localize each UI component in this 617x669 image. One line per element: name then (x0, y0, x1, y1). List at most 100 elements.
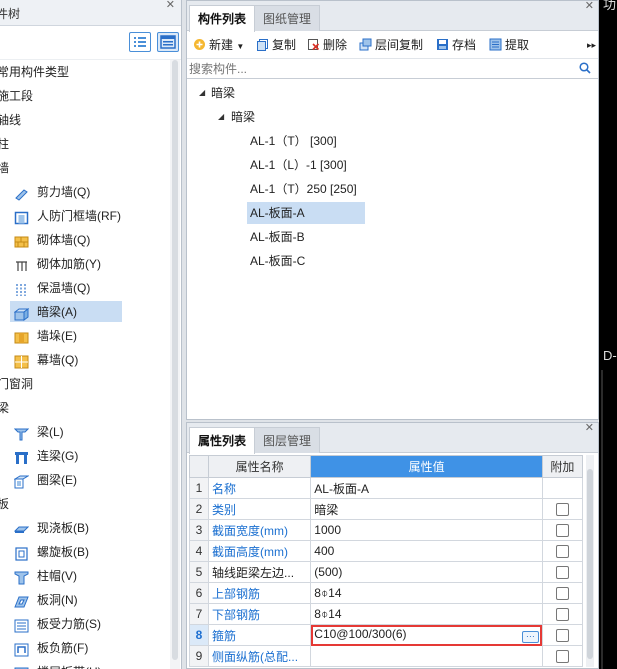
component-panel-tabs: 构件列表 图纸管理 ✕ (187, 0, 598, 32)
component-search-input[interactable] (189, 60, 569, 78)
tree-category-beam[interactable]: 梁 (0, 396, 181, 420)
tree-group-node[interactable]: ◢ 暗梁 (187, 105, 598, 129)
delete-button[interactable]: 删除 (307, 36, 347, 54)
collapse-arrow-icon[interactable]: ◢ (199, 81, 205, 105)
component-item[interactable]: AL-板面-B (187, 225, 598, 249)
tab-drawing-management[interactable]: 图纸管理 (254, 5, 321, 31)
tree-item-shear-wall[interactable]: 剪力墙(Q) (0, 180, 181, 204)
attach-checkbox[interactable] (555, 524, 569, 538)
property-value[interactable]: AL-板面-A (310, 477, 543, 499)
property-value[interactable]: 暗梁 (310, 498, 543, 520)
new-button[interactable]: 新建 ▼ (193, 36, 244, 54)
tree-item-floor-slab-band[interactable]: 楼层板带(H) (0, 660, 181, 669)
attach-checkbox[interactable] (555, 545, 569, 559)
tree-item-cast-slab[interactable]: 现浇板(B) (0, 516, 181, 540)
tree-category-column[interactable]: 柱 (0, 132, 181, 156)
table-row: 5 轴线距梁左边... (500) (188, 561, 584, 583)
tree-item-masonry-rebar[interactable]: 砌体加筋(Y) (0, 252, 181, 276)
attach-checkbox[interactable] (555, 566, 569, 580)
property-value[interactable]: 400 (310, 540, 543, 562)
property-value-text[interactable]: C10@100/300(6) (314, 627, 406, 641)
tree-item-slab-negative-rebar[interactable]: 板负筋(F) (0, 636, 181, 660)
slab-negative-rebar-icon (14, 641, 29, 657)
list-view-icon[interactable] (129, 32, 151, 52)
property-name[interactable]: 箍筋 (208, 624, 312, 646)
tree-item-civil-defense-door-wall[interactable]: 人防门框墙(RF) (0, 204, 181, 228)
property-name[interactable]: 上部钢筋 (208, 582, 312, 604)
tree-scrollbar[interactable] (170, 60, 180, 669)
beam-icon (13, 425, 30, 441)
component-item-selected[interactable]: AL-板面-A (187, 201, 598, 225)
tab-component-list[interactable]: 构件列表 (189, 5, 256, 32)
tree-root-node[interactable]: ◢ 暗梁 (187, 81, 598, 105)
attach-checkbox[interactable] (555, 629, 569, 643)
component-tree: ◢ 暗梁 ◢ 暗梁 AL-1（T） [300] AL-1（L）-1 [300] … (187, 81, 598, 273)
tree-category-door-window-opening[interactable]: 门窗洞 (0, 372, 181, 396)
property-value[interactable]: 8⌽14 (310, 582, 543, 604)
property-value[interactable] (310, 645, 543, 667)
property-name[interactable]: 侧面纵筋(总配... (208, 645, 312, 667)
property-value[interactable]: (500) (310, 561, 543, 583)
copy-button[interactable]: 复制 (256, 36, 296, 54)
tree-item-masonry-wall[interactable]: 砌体墙(Q) (0, 228, 181, 252)
component-item[interactable]: AL-1（T）250 [250] (187, 177, 598, 201)
tree-item-ring-beam[interactable]: 圈梁(E) (0, 468, 181, 492)
property-name[interactable]: 下部钢筋 (208, 603, 312, 625)
detail-view-icon[interactable] (157, 32, 179, 52)
tree-scrollbar-thumb[interactable] (172, 60, 178, 660)
property-name[interactable]: 截面高度(mm) (208, 540, 312, 562)
component-item[interactable]: AL-板面-C (187, 249, 598, 273)
copy-button-label: 复制 (272, 38, 297, 52)
copy-icon (256, 38, 269, 51)
property-name[interactable]: 轴线距梁左边... (208, 561, 312, 583)
tree-category-wall[interactable]: 墙 (0, 156, 181, 180)
tree-panel-close-icon[interactable]: ✕ (166, 0, 175, 11)
attach-checkbox[interactable] (555, 608, 569, 622)
drawing-canvas[interactable]: 功 D- (599, 0, 617, 669)
component-panel-close-icon[interactable]: ✕ (585, 0, 594, 12)
curtain-wall-icon (14, 353, 29, 369)
attach-checkbox[interactable] (555, 503, 569, 517)
tab-property-list[interactable]: 属性列表 (189, 427, 256, 454)
component-type-tree: 常用构件类型 施工段 轴线 柱 墙 剪力墙(Q) 人防门框墙(RF) 砌体墙(Q… (0, 60, 181, 669)
property-panel-close-icon[interactable]: ✕ (585, 421, 594, 434)
component-search-bar (187, 59, 598, 79)
floor-copy-button[interactable]: 层间复制 (359, 36, 423, 54)
tree-item-slab-hole[interactable]: 板洞(N) (0, 588, 181, 612)
property-scrollbar-thumb[interactable] (587, 469, 593, 659)
tree-item-column-cap[interactable]: 柱帽(V) (0, 564, 181, 588)
ellipsis-button[interactable]: ··· (521, 631, 539, 643)
component-item[interactable]: AL-1（T） [300] (187, 129, 598, 153)
save-button[interactable]: 存档 (436, 36, 476, 54)
tree-item-slab-main-rebar[interactable]: 板受力筋(S) (0, 612, 181, 636)
property-name[interactable]: 名称 (208, 477, 312, 499)
tree-category-common[interactable]: 常用构件类型 (0, 60, 181, 84)
property-name[interactable]: 类别 (208, 498, 312, 520)
tree-item-curtain-wall[interactable]: 幕墙(Q) (0, 348, 181, 372)
tree-item-beam[interactable]: 梁(L) (0, 420, 181, 444)
component-item[interactable]: AL-1（L）-1 [300] (187, 153, 598, 177)
new-dropdown-icon[interactable]: ▼ (236, 42, 244, 51)
search-icon[interactable] (579, 62, 591, 74)
tree-item-hidden-beam[interactable]: 暗梁(A) (0, 300, 181, 324)
property-value-editor[interactable]: C10@100/300(6) ··· (310, 624, 543, 646)
property-name[interactable]: 截面宽度(mm) (208, 519, 312, 541)
tree-item-wall-pier[interactable]: 墙垛(E) (0, 324, 181, 348)
property-value[interactable]: 8⌽14 (310, 603, 543, 625)
coupling-beam-icon (14, 449, 29, 464)
tree-item-coupling-beam[interactable]: 连梁(G) (0, 444, 181, 468)
slab-hole-icon (14, 593, 29, 608)
tree-category-slab[interactable]: 板 (0, 492, 181, 516)
tree-item-insulation-wall[interactable]: 保温墙(Q) (0, 276, 181, 300)
attach-checkbox[interactable] (555, 650, 569, 664)
collapse-arrow-icon[interactable]: ◢ (218, 105, 224, 129)
attach-checkbox[interactable] (555, 587, 569, 601)
tree-item-spiral-slab[interactable]: 螺旋板(B) (0, 540, 181, 564)
property-value[interactable]: 1000 (310, 519, 543, 541)
extract-button[interactable]: 提取 (489, 36, 529, 54)
property-scrollbar[interactable] (586, 455, 594, 667)
toolbar-overflow-icon[interactable]: ▸▸ (587, 36, 596, 54)
tree-category-construction-section[interactable]: 施工段 (0, 84, 181, 108)
tab-layer-management[interactable]: 图层管理 (254, 427, 321, 453)
tree-category-axis[interactable]: 轴线 (0, 108, 181, 132)
